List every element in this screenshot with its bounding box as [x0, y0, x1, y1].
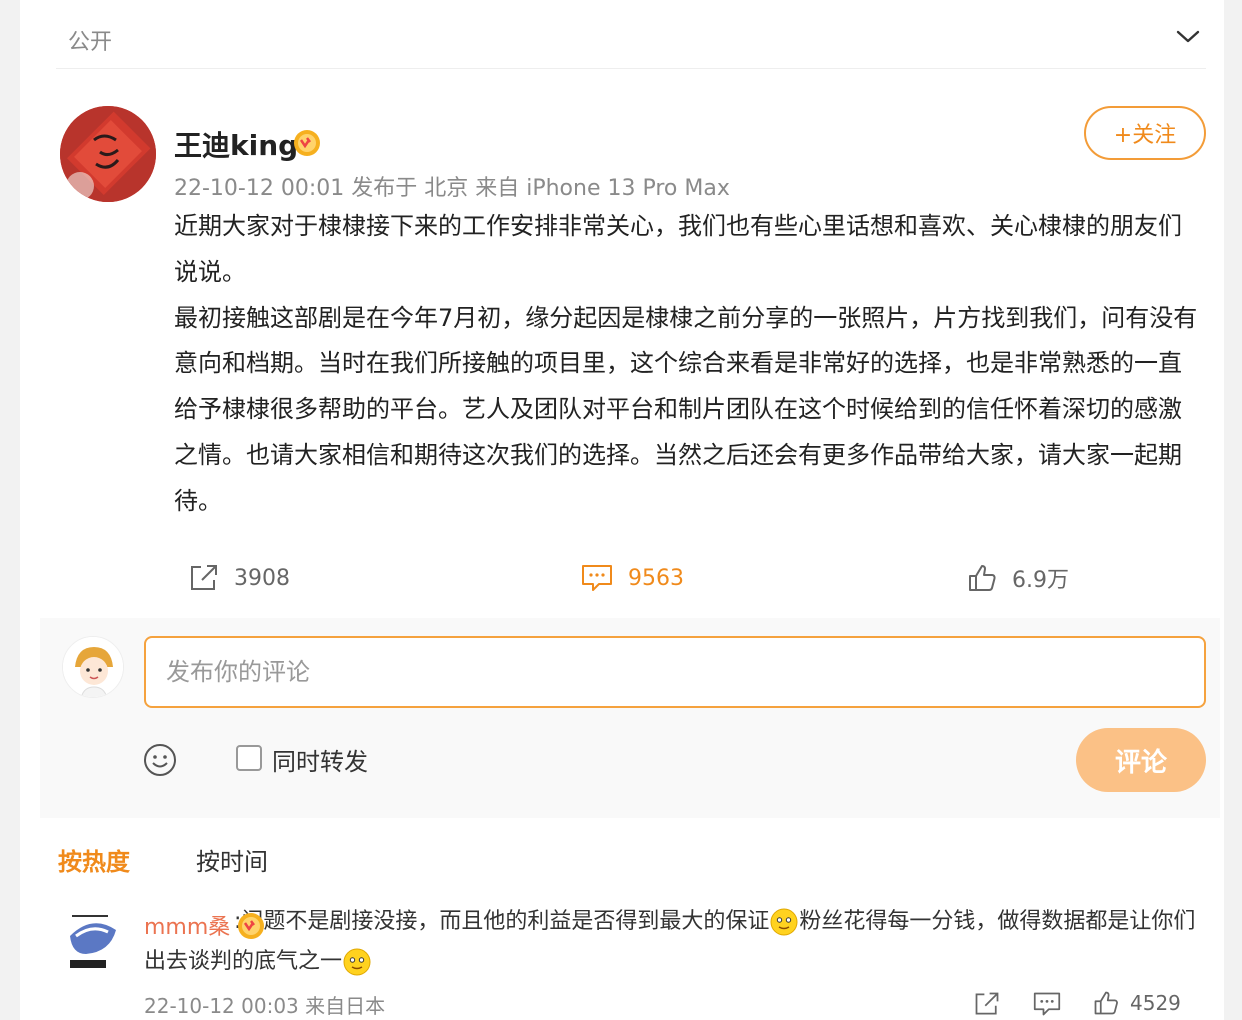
post-body: 近期大家对于棣棣接下来的工作安排非常关心，我们也有些心里话想和喜欢、关心棣棣的朋…	[174, 204, 1204, 525]
thumbs-up-icon	[969, 565, 996, 591]
commenter-avatar[interactable]	[62, 906, 122, 972]
comment-text: :问题不是剧接没接，而且他的利益是否得到最大的保证 粉丝花得每一分钱，做得数据都是…	[144, 902, 1208, 982]
author-name[interactable]: 王迪king	[174, 124, 298, 164]
repost-button[interactable]: 3908	[188, 556, 290, 600]
post-card: 公开 王迪king +关注 22-10-12 00:01 发布于 北京 来自 i…	[20, 0, 1224, 1020]
comment-icon[interactable]	[1032, 990, 1062, 1018]
smiley-icon[interactable]	[142, 742, 178, 778]
post-paragraph: 近期大家对于棣棣接下来的工作安排非常关心，我们也有些心里话想和喜欢、关心棣棣的朋…	[174, 212, 1182, 286]
smile-emoji-icon	[770, 908, 798, 936]
repost-checkbox[interactable]	[236, 745, 262, 771]
repost-icon[interactable]	[972, 990, 1002, 1018]
comment-like-count: 4529	[1130, 991, 1181, 1015]
comment-count: 9563	[628, 565, 684, 591]
tab-sort-hot[interactable]: 按热度	[58, 842, 130, 877]
comment-meta: 22-10-12 00:03 来自日本	[144, 994, 386, 1018]
comment-input[interactable]	[144, 636, 1206, 708]
repost-icon	[191, 565, 217, 590]
commenter-name[interactable]: mmm桑	[144, 909, 230, 941]
chevron-down-icon[interactable]	[1174, 24, 1202, 48]
like-button[interactable]: 6.9万	[966, 556, 1069, 600]
smile-emoji-icon	[343, 948, 371, 976]
avatar-image	[62, 906, 122, 972]
vip-badge-icon	[294, 130, 320, 156]
my-avatar[interactable]	[62, 636, 124, 698]
thumbs-up-icon	[1094, 991, 1118, 1015]
avatar-image	[63, 637, 123, 697]
author-avatar[interactable]	[60, 106, 156, 202]
comment-like-button[interactable]: 4529	[1092, 988, 1181, 1018]
comment-text-part: :问题不是剧接没接，而且他的利益是否得到最大的保证	[234, 909, 770, 934]
post-meta: 22-10-12 00:01 发布于 北京 来自 iPhone 13 Pro M…	[174, 176, 730, 201]
repost-count: 3908	[234, 565, 290, 591]
post-paragraph: 最初接触这部剧是在今年7月初，缘分起因是棣棣之前分享的一张照片，片方找到我们，问…	[174, 303, 1198, 515]
comment-button[interactable]: 9563	[580, 556, 684, 600]
divider	[56, 68, 1206, 69]
tab-sort-time[interactable]: 按时间	[196, 842, 268, 877]
like-count: 6.9万	[1012, 568, 1069, 593]
visibility-label: 公开	[68, 30, 113, 55]
avatar-image	[60, 106, 156, 202]
submit-comment-button[interactable]: 评论	[1076, 728, 1206, 792]
comment-icon	[582, 565, 612, 591]
follow-button[interactable]: +关注	[1084, 106, 1206, 160]
vip-badge-icon	[238, 913, 264, 939]
repost-checkbox-label[interactable]: 同时转发	[272, 742, 368, 777]
